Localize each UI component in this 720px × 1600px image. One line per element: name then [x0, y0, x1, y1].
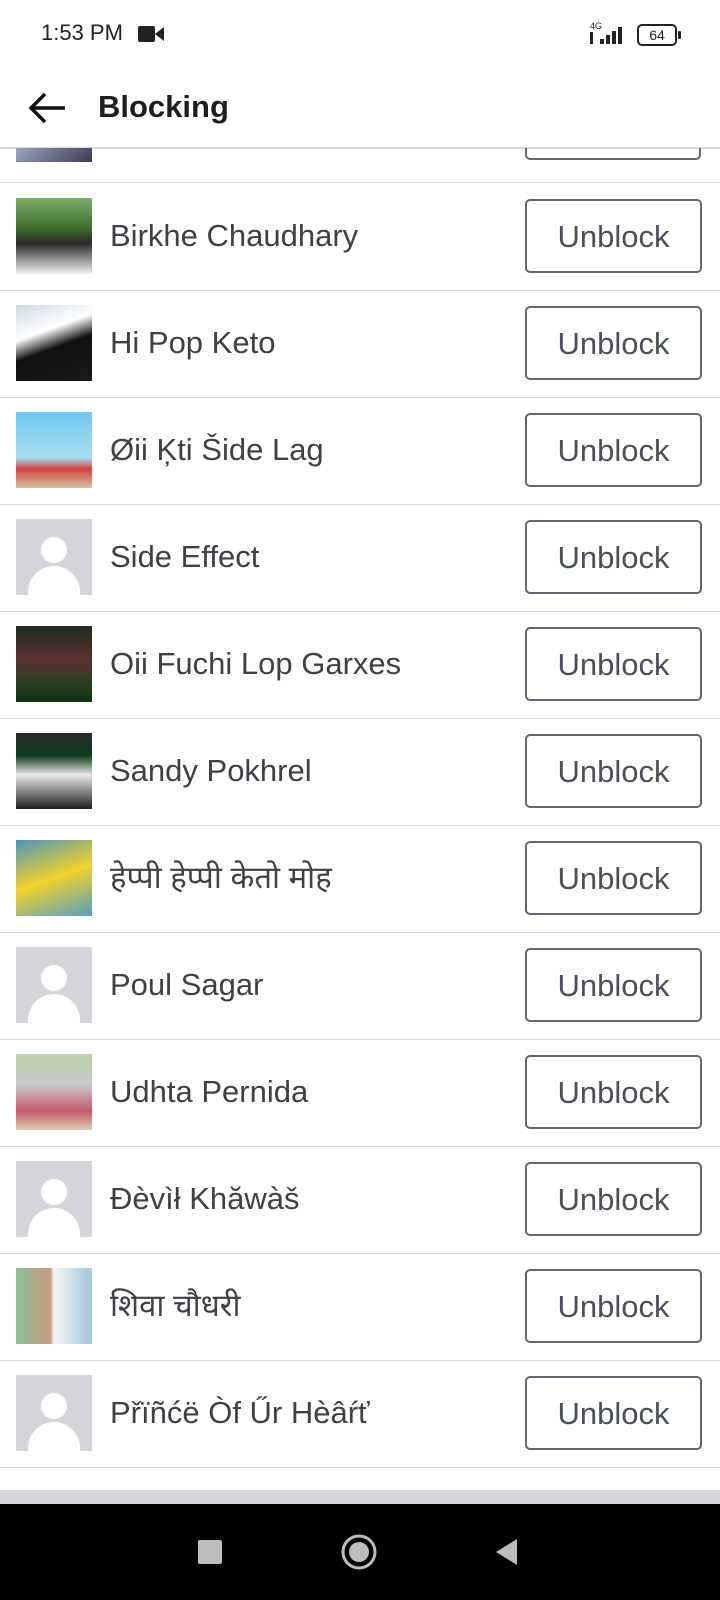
battery-level: 64: [649, 27, 665, 43]
back-button[interactable]: [22, 83, 72, 133]
blocked-user-name: Sandy Pokhrel: [110, 753, 312, 788]
unblock-button[interactable]: Unblock: [525, 948, 702, 1022]
video-camera-icon: [138, 26, 164, 42]
unblock-button[interactable]: Unblock: [525, 520, 702, 594]
unblock-button[interactable]: Unblock: [525, 627, 702, 701]
blocked-user-name: हेप्पी हेप्पी केतो मोह: [110, 860, 332, 895]
blocked-user-name: Đèvìł Khăwàš: [110, 1181, 300, 1216]
list-item[interactable]: Hi Pop Keto Unblock: [0, 289, 720, 398]
avatar: [16, 148, 92, 162]
list-footer: [0, 1490, 720, 1504]
unblock-button-partial[interactable]: [525, 148, 701, 160]
list-item[interactable]: Sandy Pokhrel Unblock: [0, 717, 720, 826]
blocked-user-name: Udhta Pernida: [110, 1074, 309, 1109]
list-item[interactable]: शिवा चौधरी Unblock: [0, 1252, 720, 1361]
arrow-left-icon: [28, 92, 65, 124]
status-bar: 1:53 PM 4G 64: [0, 0, 720, 68]
svg-text:4G: 4G: [590, 21, 602, 31]
home-circle-icon[interactable]: [339, 1532, 379, 1572]
avatar: [16, 840, 92, 916]
list-item[interactable]: Birkhe Chaudhary Unblock: [0, 182, 720, 291]
avatar: [16, 626, 92, 702]
unblock-button[interactable]: Unblock: [525, 734, 702, 808]
unblock-button[interactable]: Unblock: [525, 199, 702, 273]
blocked-user-name: Oii Fuchi Lop Garxes: [110, 646, 402, 681]
list-item[interactable]: Side Effect Unblock: [0, 503, 720, 612]
recents-square-icon[interactable]: [190, 1532, 230, 1572]
list-item[interactable]: हेप्पी हेप्पी केतो मोह Unblock: [0, 824, 720, 933]
avatar: [16, 733, 92, 809]
list-item[interactable]: Přïñćë Òf Űr Hèâŕť Unblock: [0, 1359, 720, 1468]
avatar: [16, 305, 92, 381]
avatar: [16, 1268, 92, 1344]
unblock-button[interactable]: Unblock: [525, 1269, 702, 1343]
blocked-user-name: Side Effect: [110, 539, 260, 574]
list-item[interactable]: Đèvìł Khăwàš Unblock: [0, 1145, 720, 1254]
page-title: Blocking: [98, 89, 229, 124]
unblock-button[interactable]: Unblock: [525, 413, 702, 487]
status-time: 1:53 PM: [41, 20, 123, 45]
list-item[interactable]: Øii Ķti Šide Lag Unblock: [0, 396, 720, 505]
unblock-button[interactable]: Unblock: [525, 306, 702, 380]
default-avatar-icon: [16, 947, 92, 1023]
list-item[interactable]: Udhta Pernida Unblock: [0, 1038, 720, 1147]
blocked-user-name: Hi Pop Keto: [110, 325, 276, 360]
avatar: [16, 1054, 92, 1130]
default-avatar-icon: [16, 1375, 92, 1451]
avatar: [16, 198, 92, 274]
signal-4g-icon: 4G: [590, 21, 622, 44]
list-item[interactable]: Poul Sagar Unblock: [0, 931, 720, 1040]
unblock-button[interactable]: Unblock: [525, 1055, 702, 1129]
system-navigation-bar: [0, 1504, 720, 1600]
unblock-button[interactable]: Unblock: [525, 1376, 702, 1450]
app-bar: Blocking: [0, 68, 720, 149]
avatar: [16, 412, 92, 488]
default-avatar-icon: [16, 519, 92, 595]
back-triangle-icon[interactable]: [487, 1532, 527, 1572]
unblock-button[interactable]: Unblock: [525, 1162, 702, 1236]
battery-icon: 64: [637, 24, 683, 46]
blocked-user-name: Přïñćë Òf Űr Hèâŕť: [110, 1395, 370, 1430]
default-avatar-icon: [16, 1161, 92, 1237]
blocked-user-name: शिवा चौधरी: [110, 1288, 241, 1323]
list-item-partial: [0, 148, 720, 183]
list-item[interactable]: Oii Fuchi Lop Garxes Unblock: [0, 610, 720, 719]
blocked-user-name: Øii Ķti Šide Lag: [110, 432, 324, 467]
unblock-button[interactable]: Unblock: [525, 841, 702, 915]
blocked-user-name: Poul Sagar: [110, 967, 264, 1002]
blocked-user-name: Birkhe Chaudhary: [110, 218, 359, 253]
